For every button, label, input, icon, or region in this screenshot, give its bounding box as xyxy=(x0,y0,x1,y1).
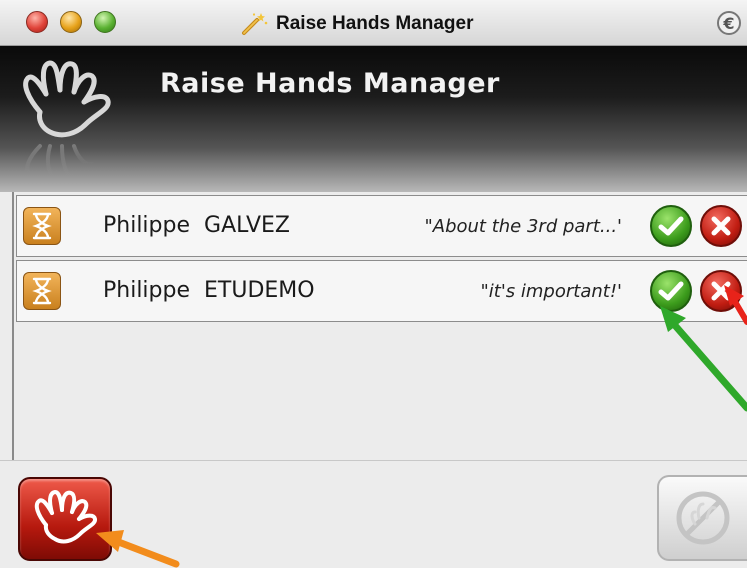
raise-hands-window: Raise Hands Manager € Raise Hands Manage… xyxy=(0,0,747,568)
raised-hand-icon xyxy=(34,490,98,544)
title-bar[interactable]: Raise Hands Manager € xyxy=(0,0,747,46)
raised-hand-icon xyxy=(23,60,111,178)
header-title: Raise Hands Manager xyxy=(160,68,500,99)
bottom-toolbar xyxy=(0,460,747,568)
minimize-window-button[interactable] xyxy=(60,11,82,33)
hourglass-icon xyxy=(23,272,61,310)
hourglass-icon xyxy=(23,207,61,245)
accept-checkmark-icon[interactable] xyxy=(650,270,692,312)
window-title: Raise Hands Manager xyxy=(276,13,474,34)
accept-checkmark-icon[interactable] xyxy=(650,205,692,247)
reject-x-icon[interactable] xyxy=(700,205,742,247)
request-comment: "it's important!' xyxy=(480,281,622,302)
reject-x-icon[interactable] xyxy=(700,270,742,312)
request-list: Philippe GALVEZ "About the 3rd part...' … xyxy=(12,192,747,460)
extension-menu-icon[interactable]: € xyxy=(717,11,741,35)
list-item[interactable]: Philippe GALVEZ "About the 3rd part...' xyxy=(16,195,747,257)
participant-name: Philippe GALVEZ xyxy=(103,213,290,238)
request-comment: "About the 3rd part...' xyxy=(424,216,622,237)
window-title-group: Raise Hands Manager xyxy=(240,12,473,36)
list-item[interactable]: Philippe ETUDEMO "it's important!' xyxy=(16,260,747,322)
close-window-button[interactable] xyxy=(26,11,48,33)
no-hand-icon xyxy=(676,491,730,545)
disabled-hand-button[interactable] xyxy=(657,475,747,561)
header-banner: Raise Hands Manager xyxy=(0,46,747,192)
lower-hands-button[interactable] xyxy=(18,477,112,561)
magic-wand-icon xyxy=(242,13,268,35)
participant-name: Philippe ETUDEMO xyxy=(103,278,315,303)
zoom-window-button[interactable] xyxy=(94,11,116,33)
